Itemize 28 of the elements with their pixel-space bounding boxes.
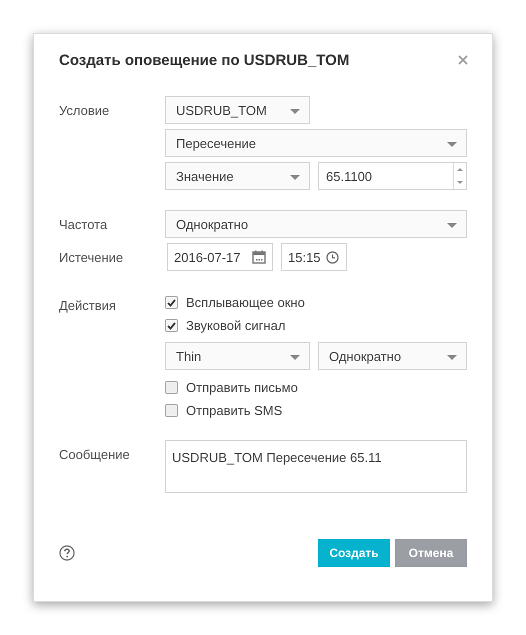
field-label: Действия: [59, 297, 117, 315]
frequency-select[interactable]: Однократно: [165, 210, 467, 238]
instrument-select[interactable]: USDRUB_TOM: [165, 96, 310, 124]
field-label: Сообщение: [59, 446, 131, 464]
checkbox[interactable]: [165, 404, 178, 417]
checkbox-label: Отправить письмо: [186, 380, 298, 395]
checkbox-label: Звуковой сигнал: [186, 318, 286, 333]
checkbox-label: Всплывающее окно: [186, 295, 305, 310]
field-label: Условие: [59, 102, 110, 120]
repeat-select[interactable]: Однократно: [318, 342, 467, 370]
operand-select[interactable]: Значение: [165, 162, 310, 190]
checkbox[interactable]: [165, 319, 178, 332]
close-icon[interactable]: [458, 55, 468, 65]
date-field[interactable]: 2016-07-17: [167, 243, 273, 271]
value-spinner[interactable]: 65.1100: [318, 162, 467, 190]
message-field[interactable]: USDRUB_TOM Пересечение 65.11: [165, 440, 467, 493]
condition-select[interactable]: Пересечение: [165, 129, 467, 157]
field-label: Истечение: [59, 249, 124, 267]
clock-icon: [326, 250, 339, 264]
checkbox[interactable]: [165, 296, 178, 309]
field-label: Частота: [59, 216, 108, 234]
dialog-title: Создать оповещение по USDRUB_TOM: [59, 52, 350, 68]
time-field[interactable]: 15:15: [281, 243, 347, 271]
checkbox-label: Отправить SMS: [186, 403, 282, 418]
help-icon[interactable]: [59, 545, 75, 561]
checkbox[interactable]: [165, 381, 178, 394]
sound-select[interactable]: Thin: [165, 342, 310, 370]
calendar-icon: [252, 250, 266, 264]
